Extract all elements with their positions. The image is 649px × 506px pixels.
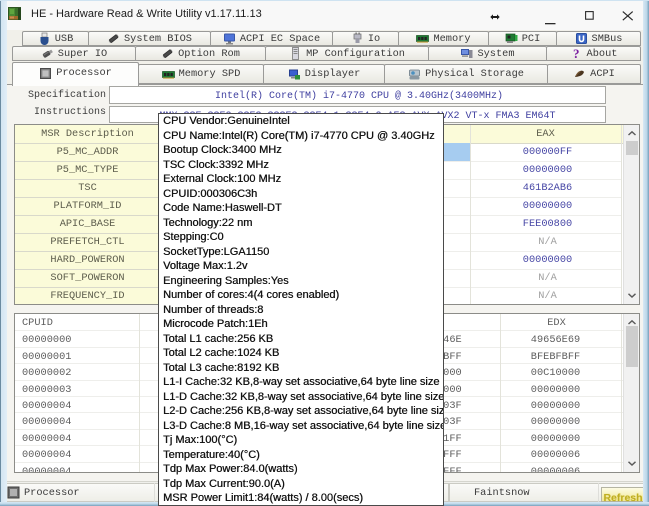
svg-text:?: ?	[573, 47, 580, 60]
